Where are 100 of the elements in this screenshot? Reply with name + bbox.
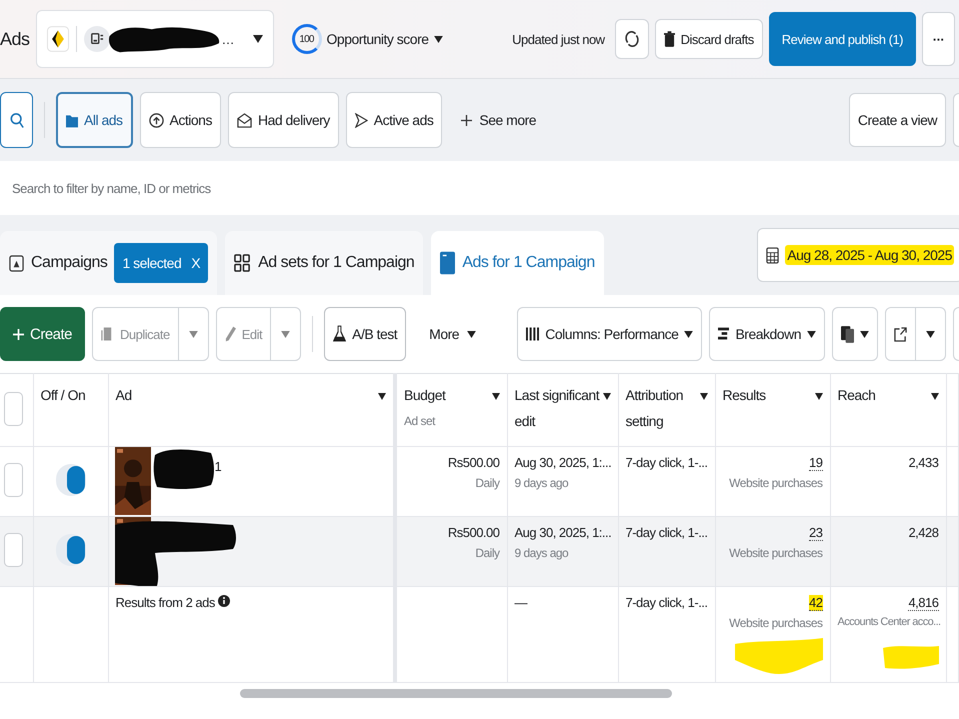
plus-icon: [461, 114, 472, 126]
opportunity-score-menu[interactable]: 100 Opportunity score: [292, 24, 443, 54]
results-value[interactable]: 23: [809, 525, 822, 541]
date-range-picker[interactable]: Aug 28, 2025 - Aug 30, 2025: [757, 228, 959, 282]
discard-drafts-button[interactable]: Discard drafts: [654, 19, 763, 59]
budget-period: Daily: [474, 546, 500, 560]
total-label: Results from 2 ads: [116, 595, 215, 610]
column-header[interactable]: Attribution setting: [626, 382, 696, 434]
selection-count: 1 selected: [122, 255, 182, 271]
breakdown-icon: [718, 326, 730, 342]
caret-icon[interactable]: [700, 393, 708, 400]
document-icon: [841, 326, 854, 342]
update-status: Updated just now: [512, 32, 605, 46]
filter-button[interactable]: Had delivery: [228, 92, 339, 148]
caret-icon[interactable]: [814, 393, 822, 400]
search-icon: [10, 112, 24, 128]
clear-selection-button[interactable]: X: [191, 255, 200, 271]
edit-date: Aug 30, 2025, 1:...: [514, 455, 610, 470]
results-type: Website purchases: [728, 476, 822, 490]
flask-icon: [333, 325, 346, 343]
column-header[interactable]: Last significant edit: [514, 382, 600, 434]
caret-icon[interactable]: [602, 393, 610, 400]
results-value[interactable]: 19: [809, 455, 822, 471]
edit-age: 9 days ago: [514, 546, 570, 560]
caret-icon: [684, 330, 694, 338]
scrollbar[interactable]: [240, 689, 672, 698]
calendar-icon: [766, 246, 780, 264]
more-options-button[interactable]: ···: [922, 12, 955, 66]
plus-icon: [13, 328, 24, 340]
caret-icon[interactable]: [492, 393, 500, 400]
reports-menu-button[interactable]: [832, 307, 878, 361]
more-menu-button[interactable]: More: [423, 325, 482, 343]
filter-button[interactable]: Actions: [140, 92, 221, 148]
caret-icon: [434, 36, 443, 42]
select-all-checkbox[interactable]: [4, 392, 23, 426]
tab[interactable]: Ads for 1 Campaign: [431, 231, 604, 295]
arrow-circle-icon: [148, 112, 164, 128]
row-checkbox[interactable]: [4, 533, 23, 567]
folder-icon: [66, 112, 78, 128]
attribution-setting: 7-day click, 1-...: [626, 455, 708, 470]
caret-icon[interactable]: [930, 393, 938, 400]
grid-icon: [234, 254, 252, 272]
results-type: Website purchases: [728, 546, 822, 560]
toggle-switch[interactable]: [56, 464, 86, 496]
ab-test-button[interactable]: A/B test: [324, 307, 406, 361]
toggle-switch[interactable]: [56, 534, 86, 566]
column-subheader: Ad set: [404, 414, 436, 428]
device-icon: [84, 26, 110, 52]
caret-icon: [926, 330, 935, 338]
ad-name[interactable]: 1: [214, 459, 222, 474]
create-button[interactable]: Create: [0, 307, 86, 361]
results-value[interactable]: 42: [809, 595, 822, 611]
columns-icon: [526, 327, 540, 341]
reach-type: Accounts Center acco...: [838, 616, 938, 628]
caret-icon: [807, 330, 816, 338]
score-ring: 100: [292, 24, 322, 54]
caret-icon: [188, 330, 198, 338]
column-header[interactable]: Budget: [404, 382, 488, 408]
edit-age: 9 days ago: [514, 476, 570, 490]
filter-button[interactable]: All ads: [56, 92, 133, 148]
account-name: …: [222, 32, 234, 46]
tab[interactable]: Campaigns 1 selected X: [0, 231, 218, 295]
trash-icon: [664, 30, 675, 48]
budget-period: Daily: [474, 476, 500, 490]
column-header[interactable]: Reach: [838, 382, 928, 408]
row-checkbox[interactable]: [4, 463, 23, 497]
export-button[interactable]: [885, 307, 916, 361]
budget-value: Rs500.00: [446, 455, 500, 470]
columns-menu-button[interactable]: Columns: Performance: [517, 307, 702, 361]
refresh-button[interactable]: [614, 19, 649, 59]
review-publish-button[interactable]: Review and publish (1): [768, 12, 916, 66]
create-view-button[interactable]: Create a view: [848, 93, 946, 147]
account-selector[interactable]: …: [36, 10, 274, 68]
export-icon: [894, 326, 907, 342]
column-header[interactable]: Off / On: [40, 382, 100, 408]
edit-date: —: [514, 595, 527, 610]
flag-icon: [9, 254, 24, 272]
column-header[interactable]: Ad: [116, 382, 375, 408]
pencil-icon: [224, 326, 236, 342]
caret-icon: [860, 330, 869, 338]
see-more-button[interactable]: See more: [455, 111, 542, 129]
breakdown-menu-button[interactable]: Breakdown: [709, 307, 825, 361]
filter-button[interactable]: Active ads: [346, 92, 442, 148]
column-header[interactable]: Results: [722, 382, 812, 408]
reach-value[interactable]: 4,816: [908, 595, 938, 611]
caret-icon: [252, 35, 263, 43]
selection-badge[interactable]: 1 selected X: [114, 243, 208, 283]
ad-icon: [440, 251, 456, 275]
tab[interactable]: Ad sets for 1 Campaign: [225, 231, 424, 295]
results-type: Website purchases: [728, 616, 822, 630]
caret-icon: [281, 330, 290, 338]
page-title: Ads: [0, 28, 30, 50]
search-button[interactable]: [0, 92, 33, 148]
info-icon[interactable]: [218, 595, 230, 607]
logo: [46, 25, 69, 53]
budget-value: Rs500.00: [446, 525, 500, 540]
attribution-setting: 7-day click, 1-...: [626, 525, 708, 540]
send-icon: [354, 112, 368, 128]
reach-value: 2,433: [907, 455, 938, 470]
caret-icon[interactable]: [378, 393, 386, 400]
